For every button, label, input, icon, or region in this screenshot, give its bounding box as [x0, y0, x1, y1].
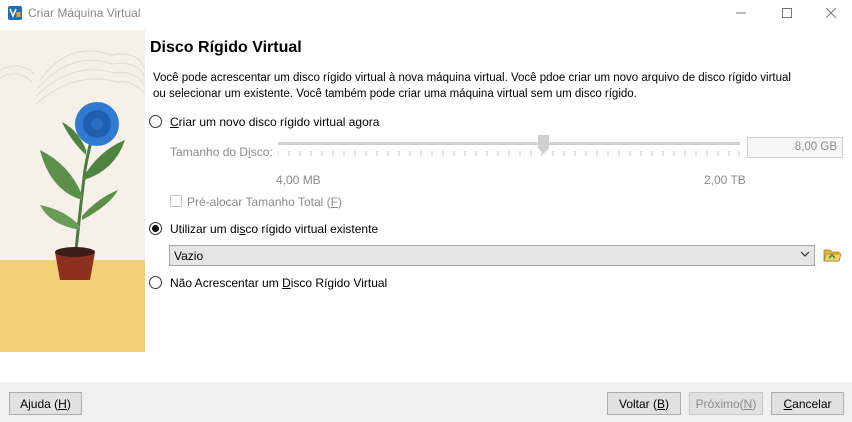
slider-min-label: 4,00 MB: [276, 173, 321, 187]
minimize-button[interactable]: [718, 0, 764, 26]
use-existing-disk-label[interactable]: Utilizar um disco rígido virtual existen…: [170, 222, 378, 236]
no-disk-label[interactable]: Não Acrescentar um Disco Rígido Virtual: [170, 276, 387, 290]
use-existing-disk-radio[interactable]: [149, 222, 162, 235]
folder-open-icon[interactable]: [822, 245, 842, 265]
create-new-disk-radio[interactable]: [149, 115, 162, 128]
help-button[interactable]: Ajuda (H): [9, 392, 82, 415]
preallocate-checkbox[interactable]: [170, 195, 182, 207]
page-description: Você pode acrescentar um disco rígido vi…: [153, 72, 791, 100]
next-button[interactable]: Próximo(N): [689, 392, 763, 415]
slider-ticks: [278, 151, 740, 156]
minimize-icon: [736, 12, 746, 14]
title-bar: Criar Máquina Virtual: [0, 0, 852, 26]
chevron-down-icon: [800, 251, 810, 257]
slider-max-label: 2,00 TB: [704, 173, 746, 187]
page-title: Disco Rígido Virtual: [150, 39, 302, 56]
maximize-button[interactable]: [764, 0, 810, 26]
virtualbox-icon: [8, 6, 22, 20]
no-disk-radio[interactable]: [149, 276, 162, 289]
disk-size-field[interactable]: 8,00 GB: [747, 137, 843, 158]
existing-disk-value: Vazio: [174, 249, 204, 263]
preallocate-label: Pré-alocar Tamanho Total (F): [187, 195, 342, 209]
existing-disk-select[interactable]: Vazio: [169, 245, 815, 266]
create-new-disk-label[interactable]: Criar um novo disco rígido virtual agora: [170, 115, 379, 129]
plant-illustration: [0, 30, 145, 352]
maximize-icon: [782, 8, 792, 18]
disk-size-label: Tamanho do Disco:: [170, 145, 273, 159]
close-button[interactable]: [808, 0, 852, 26]
window-title: Criar Máquina Virtual: [28, 6, 141, 20]
side-illustration: [0, 30, 145, 352]
back-button[interactable]: Voltar (B): [607, 392, 681, 415]
disk-size-slider[interactable]: [278, 142, 740, 145]
close-icon: [826, 8, 836, 18]
cancel-button[interactable]: Cancelar: [771, 392, 844, 415]
